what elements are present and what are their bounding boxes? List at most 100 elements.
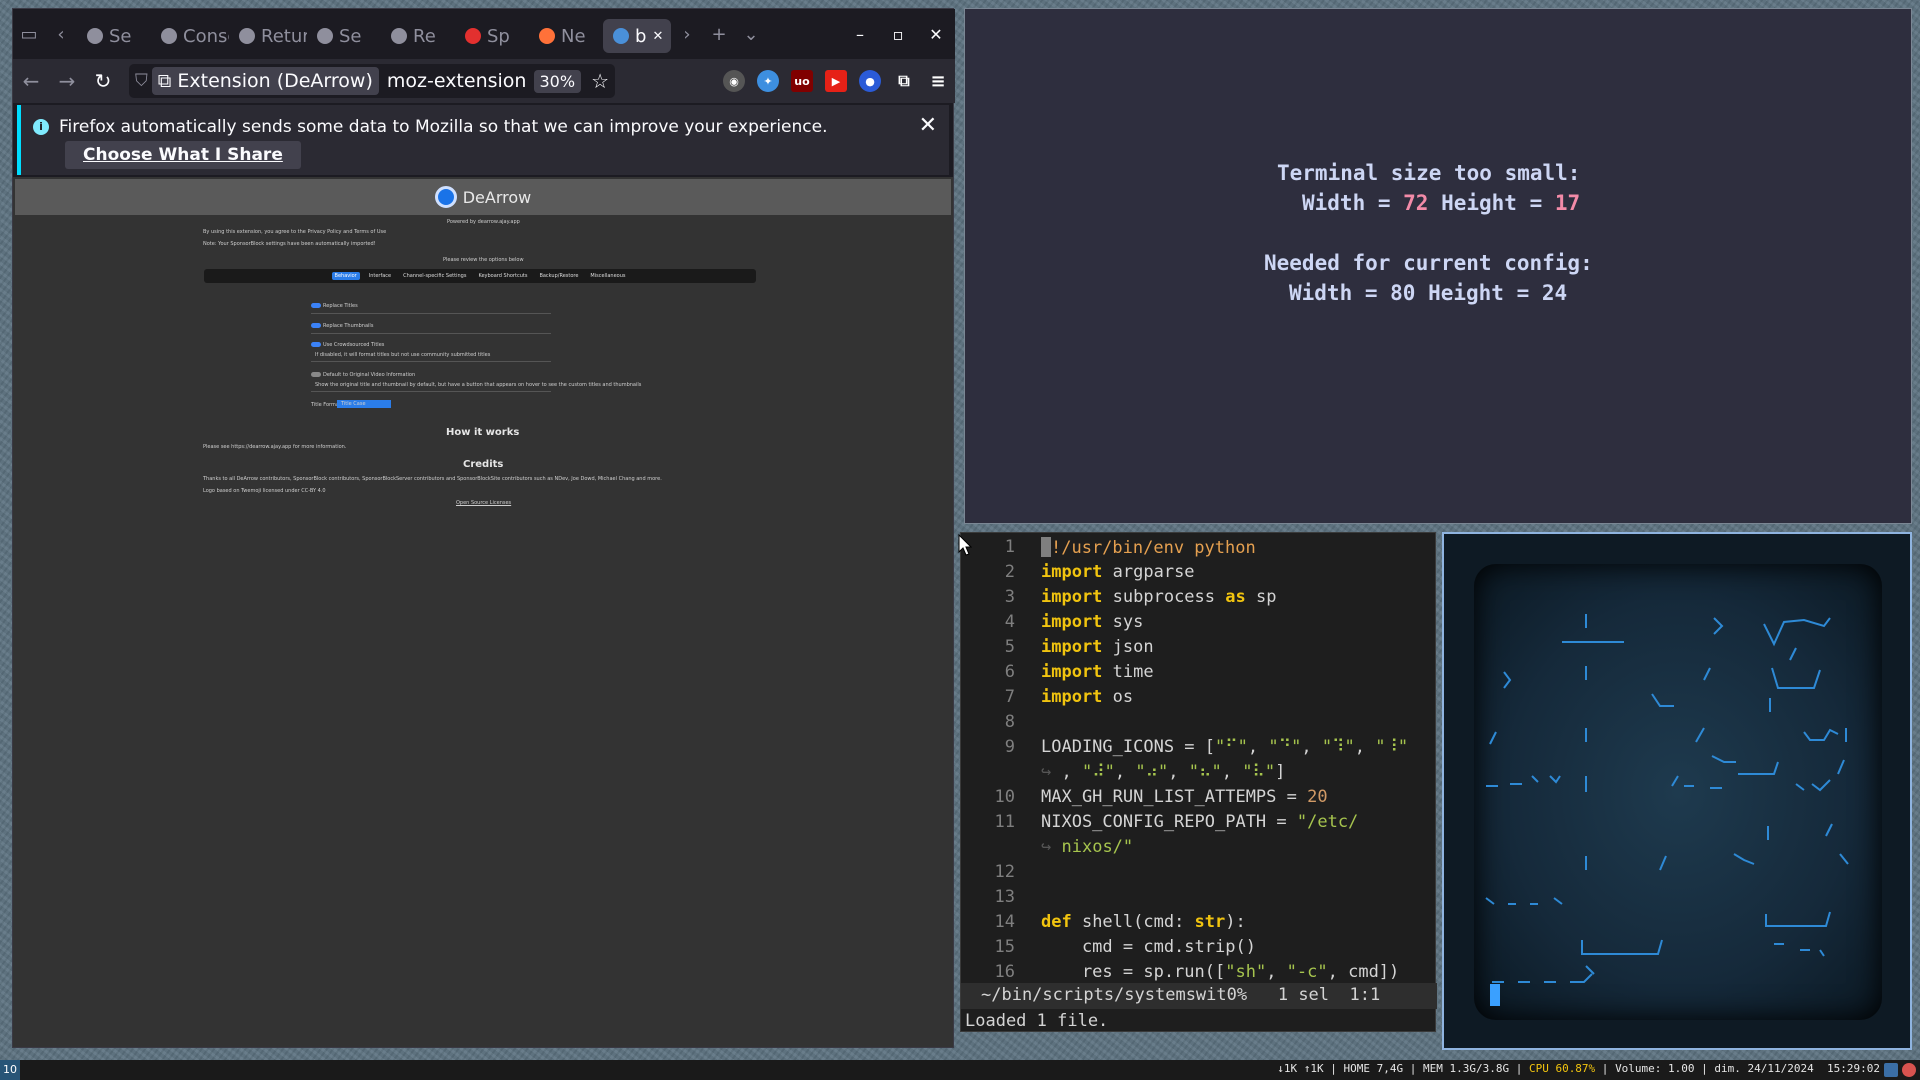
bookmark-star-icon[interactable]: ☆: [591, 69, 609, 93]
url-bar[interactable]: ⛉ ⧉ Extension (DeArrow) moz-extension://…: [129, 64, 615, 98]
minimize-icon[interactable]: –: [841, 25, 879, 44]
browser-tab[interactable]: Se: [307, 19, 381, 53]
notification-close-icon[interactable]: ✕: [919, 113, 937, 138]
browser-tab[interactable]: Consc: [151, 19, 229, 53]
account-icon[interactable]: ◉: [723, 70, 745, 92]
option-description: Show the original title and thumbnail by…: [315, 382, 642, 388]
logo-credit: Logo based on Twemoji licensed under CC-…: [203, 488, 326, 494]
tab-label: b: [635, 25, 647, 47]
toggle-crowdsourced-titles[interactable]: [311, 342, 321, 347]
title-format-select[interactable]: Title Case: [337, 400, 391, 408]
toggle-replace-titles[interactable]: [311, 303, 321, 308]
close-tab-icon[interactable]: ✕: [652, 29, 663, 44]
tab-backup-restore[interactable]: Backup/Restore: [536, 272, 581, 280]
terminal-size-warning[interactable]: Terminal size too small: Width = 72 Heig…: [964, 8, 1912, 524]
browser-tab[interactable]: Sp: [455, 19, 529, 53]
extensions-icon[interactable]: ⧉: [893, 70, 915, 92]
firefox-view-icon[interactable]: ▭: [13, 24, 45, 45]
mem-stat: MEM 1.3G/3.8G: [1422, 1062, 1510, 1075]
tab-favicon-icon: [465, 28, 481, 44]
cursor-position: 1:1: [1349, 985, 1381, 1005]
licenses-link[interactable]: Open Source Licenses: [456, 500, 511, 506]
divider: [311, 333, 551, 334]
option-label: Replace Thumbnails: [323, 323, 374, 329]
tab-behavior[interactable]: Behavior: [331, 272, 360, 280]
datetime: dim. 24/11/2024 15:29:02: [1714, 1062, 1880, 1075]
code-line[interactable]: def shell(cmd: str):: [1041, 912, 1246, 932]
ublock-icon[interactable]: uo: [791, 70, 813, 92]
code-editor[interactable]: 1 !/usr/bin/env python 2 import argparse…: [960, 532, 1437, 1032]
dearrow-logo-icon: [434, 186, 457, 208]
height-value: 17: [1554, 191, 1581, 215]
scroll-tabs-right-icon[interactable]: ›: [671, 24, 703, 45]
list-tabs-icon[interactable]: ⌄: [735, 24, 767, 45]
option-description: If disabled, it will format titles but n…: [315, 352, 491, 358]
maximize-icon[interactable]: ▫: [879, 25, 917, 44]
line-number: 2: [1004, 562, 1015, 582]
code-line[interactable]: import sys: [1041, 612, 1143, 632]
browser-tab[interactable]: Re: [381, 19, 455, 53]
line-number: 3: [1004, 587, 1015, 607]
line-number: 16: [994, 962, 1015, 982]
notification-bar: i Firefox automatically sends some data …: [17, 105, 949, 175]
system-tray: [1884, 1063, 1916, 1077]
code-line[interactable]: import os: [1041, 687, 1133, 707]
close-window-icon[interactable]: ✕: [917, 25, 955, 44]
back-icon[interactable]: ←: [13, 69, 49, 93]
credits-heading: Credits: [463, 459, 504, 470]
tab-miscellaneous[interactable]: Miscellaneous: [587, 272, 628, 280]
reload-icon[interactable]: ↻: [85, 69, 121, 93]
divider: [311, 313, 551, 314]
code-line[interactable]: cmd = cmd.strip(): [1041, 937, 1256, 957]
code-line[interactable]: import json: [1041, 637, 1154, 657]
divider: [311, 391, 551, 392]
network-tray-icon[interactable]: [1884, 1063, 1898, 1077]
option-label: Default to Original Video Information: [323, 372, 416, 378]
code-line[interactable]: res = sp.run(["sh", "-c", cmd]): [1041, 962, 1399, 982]
tab-interface[interactable]: Interface: [366, 272, 394, 280]
line-number: 11: [994, 812, 1015, 832]
browser-tab[interactable]: Ne: [529, 19, 603, 53]
code-line[interactable]: import time: [1041, 662, 1154, 682]
code-line[interactable]: import argparse: [1041, 562, 1195, 582]
code-line[interactable]: !/usr/bin/env python: [1041, 537, 1256, 558]
extension-bird-icon[interactable]: ✦: [757, 70, 779, 92]
selection-count: 1 sel: [1277, 985, 1330, 1005]
notification-tray-icon[interactable]: [1902, 1063, 1916, 1077]
tab-label: Se: [339, 25, 362, 47]
option-label: Replace Titles: [323, 303, 358, 309]
line-number: 10: [994, 787, 1015, 807]
tab-keyboard-shortcuts[interactable]: Keyboard Shortcuts: [475, 272, 530, 280]
toggle-default-original[interactable]: [311, 372, 321, 377]
browser-tab[interactable]: Se: [77, 19, 151, 53]
browser-tab[interactable]: Retur: [229, 19, 307, 53]
powered-by[interactable]: Powered by dearrow.ajay.app: [447, 219, 520, 225]
shield-icon[interactable]: ⛉: [135, 71, 148, 91]
url-text[interactable]: moz-extension://b4: [387, 70, 528, 92]
dearrow-ext-icon[interactable]: ●: [859, 70, 881, 92]
youtube-ext-icon[interactable]: ▶: [825, 70, 847, 92]
choose-what-i-share-button[interactable]: Choose What I Share: [65, 141, 301, 169]
zoom-indicator[interactable]: 30%: [533, 69, 582, 93]
site-identity[interactable]: ⧉ Extension (DeArrow): [151, 67, 379, 95]
volume-stat: Volume: 1.00: [1615, 1062, 1695, 1075]
firefox-window: ▭ ‹ SeConscReturSeReSpNeb✕ › + ⌄ – ▫ ✕ ←…: [12, 8, 955, 1048]
divider: [311, 361, 551, 362]
workspace-indicator[interactable]: 10: [0, 1060, 20, 1080]
code-line[interactable]: import subprocess as sp: [1041, 587, 1276, 607]
ascii-animation-terminal[interactable]: [1442, 532, 1912, 1050]
code-line[interactable]: MAX_GH_RUN_LIST_ATTEMPS = 20: [1041, 787, 1328, 807]
forward-icon[interactable]: →: [49, 69, 85, 93]
toggle-replace-thumbnails[interactable]: [311, 323, 321, 328]
code-line[interactable]: LOADING_ICONS = ["⠋", "⠙", "⠹", "⠸": [1041, 737, 1408, 757]
menu-icon[interactable]: ≡: [927, 70, 949, 92]
code-line[interactable]: NIXOS_CONFIG_REPO_PATH = "/etc/: [1041, 812, 1358, 832]
notification-text: Firefox automatically sends some data to…: [59, 117, 828, 137]
code-line-wrapped[interactable]: ↪ nixos/": [1041, 837, 1133, 857]
code-line-wrapped[interactable]: ↪ , "⠼", "⠴", "⠦", "⠧"]: [1041, 762, 1285, 782]
scroll-tabs-left-icon[interactable]: ‹: [45, 24, 77, 45]
new-tab-icon[interactable]: +: [703, 24, 735, 45]
tab-channel-settings[interactable]: Channel-specific Settings: [400, 272, 469, 280]
cpu-stat: CPU 60.87%: [1528, 1062, 1596, 1075]
browser-tab[interactable]: b ✕: [603, 19, 671, 53]
